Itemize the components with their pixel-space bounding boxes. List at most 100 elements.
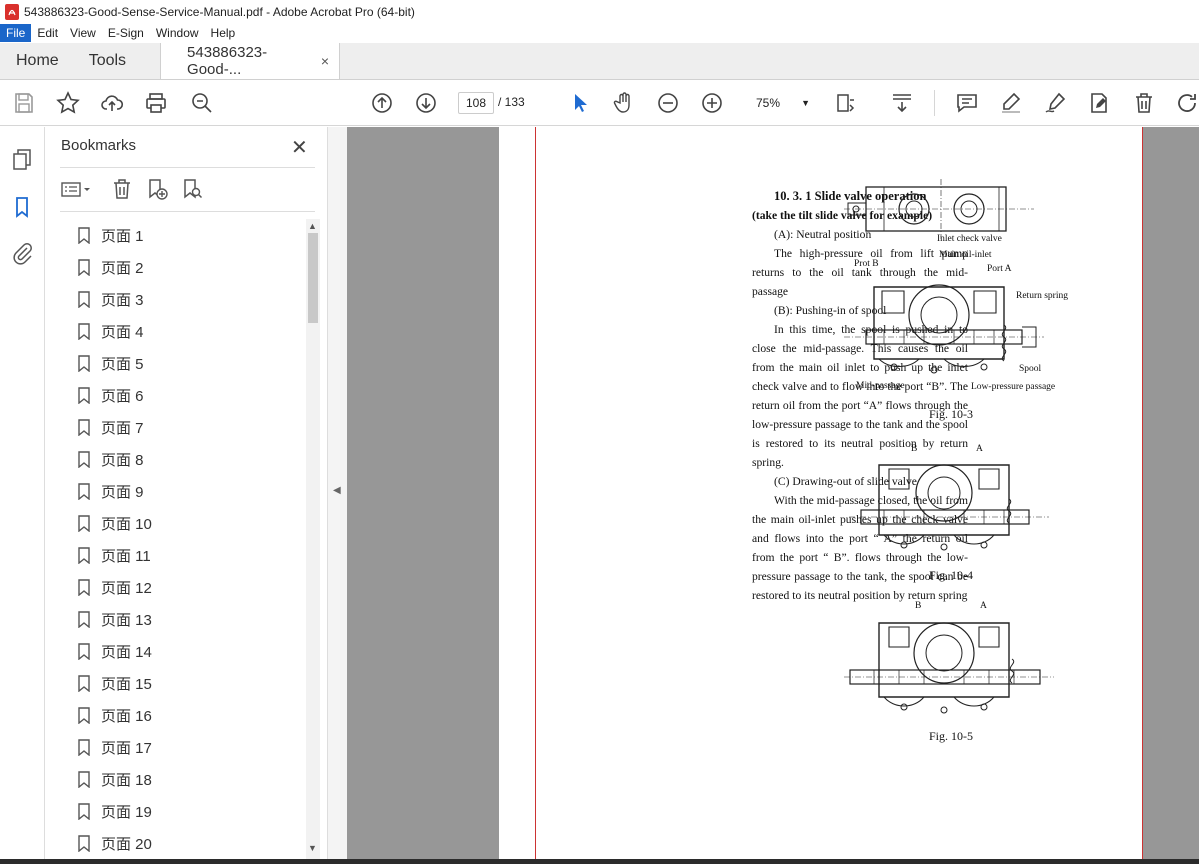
bookmark-icon xyxy=(78,226,90,244)
upload-cloud-icon[interactable] xyxy=(100,91,124,115)
figure-caption-10-4: Fig. 10-4 xyxy=(929,568,974,582)
tab-document[interactable]: 543886323-Good-... × xyxy=(160,43,341,79)
bookmark-icon xyxy=(78,354,90,372)
bookmark-label: 页面 17 xyxy=(101,739,152,757)
menu-view[interactable]: View xyxy=(64,24,102,42)
close-panel-icon[interactable]: ✕ xyxy=(291,135,308,160)
previous-page-icon[interactable] xyxy=(370,91,394,115)
scroll-thumb[interactable] xyxy=(308,233,318,323)
tab-close-icon[interactable]: × xyxy=(321,53,329,69)
fig4-label-a: A xyxy=(976,444,983,454)
bookmark-item[interactable]: 页面 6 xyxy=(60,379,306,411)
bookmark-icon xyxy=(78,290,90,308)
bookmark-icon xyxy=(78,322,90,340)
bookmark-icon xyxy=(78,642,90,660)
bookmark-label: 页面 2 xyxy=(101,259,144,277)
bookmark-item[interactable]: 页面 13 xyxy=(60,603,306,635)
select-cursor-icon[interactable] xyxy=(568,91,592,115)
main-toolbar: 108 / 133 75% ▼ xyxy=(0,80,1199,126)
bookmark-item[interactable]: 页面 12 xyxy=(60,571,306,603)
menu-help[interactable]: Help xyxy=(205,24,242,42)
label-inlet-check-valve: Inlet check valve xyxy=(937,234,1002,244)
bookmark-item[interactable]: 页面 7 xyxy=(60,411,306,443)
taskbar-strip xyxy=(0,859,1199,864)
zoom-search-icon[interactable] xyxy=(190,91,214,115)
delete-bookmark-icon[interactable] xyxy=(110,177,134,201)
bookmark-item[interactable]: 页面 17 xyxy=(60,731,306,763)
zoom-out-icon[interactable] xyxy=(656,91,680,115)
scroll-mode-icon[interactable] xyxy=(890,91,914,115)
fig4-label-b: B xyxy=(911,444,918,454)
bookmark-icon xyxy=(78,706,90,724)
zoom-level-dropdown[interactable]: 75% ▼ xyxy=(742,92,814,114)
scroll-down-icon[interactable]: ▼ xyxy=(308,843,317,853)
bookmark-label: 页面 1 xyxy=(101,227,144,245)
bookmark-label: 页面 18 xyxy=(101,771,152,789)
bookmark-item[interactable]: 页面 3 xyxy=(60,283,306,315)
panel-collapse-bar[interactable]: ◀ xyxy=(327,127,347,864)
comment-icon[interactable] xyxy=(955,91,979,115)
collapse-arrow-icon[interactable]: ◀ xyxy=(333,485,341,496)
attachments-icon[interactable] xyxy=(10,241,34,265)
menu-edit[interactable]: Edit xyxy=(31,24,64,42)
bookmarks-panel-icon[interactable] xyxy=(10,195,34,219)
bookmark-label: 页面 16 xyxy=(101,707,152,725)
next-page-icon[interactable] xyxy=(414,91,438,115)
bookmark-label: 页面 10 xyxy=(101,515,152,533)
panel-divider xyxy=(60,167,315,168)
bookmark-label: 页面 20 xyxy=(101,835,152,853)
zoom-in-icon[interactable] xyxy=(700,91,724,115)
page-number-input[interactable]: 108 xyxy=(458,92,494,114)
new-bookmark-icon[interactable] xyxy=(145,177,169,201)
bookmark-item[interactable]: 页面 20 xyxy=(60,827,306,859)
page-thumbnails-icon[interactable] xyxy=(10,147,34,171)
highlight-pen-icon[interactable] xyxy=(999,91,1023,115)
bookmark-icon xyxy=(78,610,90,628)
fig5-label-a: A xyxy=(980,601,987,611)
menu-esign[interactable]: E-Sign xyxy=(102,24,150,42)
edit-pdf-icon[interactable] xyxy=(1087,91,1111,115)
bookmark-label: 页面 6 xyxy=(101,387,144,405)
bookmark-item[interactable]: 页面 1 xyxy=(60,219,306,251)
bookmark-item[interactable]: 页面 11 xyxy=(60,539,306,571)
scroll-up-icon[interactable]: ▲ xyxy=(308,221,317,231)
delete-icon[interactable] xyxy=(1132,91,1156,115)
label-low-pressure-passage: Low-pressure passage xyxy=(971,382,1056,392)
bookmark-scrollbar[interactable]: ▲ ▼ xyxy=(306,219,320,859)
bookmark-options-icon[interactable] xyxy=(60,177,94,201)
bookmark-item[interactable]: 页面 2 xyxy=(60,251,306,283)
print-icon[interactable] xyxy=(144,91,168,115)
tab-tools[interactable]: Tools xyxy=(75,43,142,79)
bookmark-label: 页面 15 xyxy=(101,675,152,693)
bookmark-search-icon[interactable] xyxy=(180,177,204,201)
bookmark-tools xyxy=(60,175,315,203)
bookmark-item[interactable]: 页面 8 xyxy=(60,443,306,475)
bookmark-item[interactable]: 页面 18 xyxy=(60,763,306,795)
bookmark-item[interactable]: 页面 15 xyxy=(60,667,306,699)
save-icon[interactable] xyxy=(12,91,36,115)
star-icon[interactable] xyxy=(56,91,80,115)
bookmark-item[interactable]: 页面 10 xyxy=(60,507,306,539)
bookmark-icon xyxy=(78,386,90,404)
page-total: / 133 xyxy=(498,95,525,109)
bookmark-icon xyxy=(78,482,90,500)
bookmark-label: 页面 19 xyxy=(101,803,152,821)
sign-icon[interactable] xyxy=(1043,91,1067,115)
rotate-icon[interactable] xyxy=(1175,91,1199,115)
page-fit-icon[interactable] xyxy=(834,91,858,115)
bookmark-item[interactable]: 页面 19 xyxy=(60,795,306,827)
bookmark-item[interactable]: 页面 9 xyxy=(60,475,306,507)
bookmark-item[interactable]: 页面 16 xyxy=(60,699,306,731)
bookmark-item[interactable]: 页面 5 xyxy=(60,347,306,379)
hand-tool-icon[interactable] xyxy=(612,91,636,115)
menu-file[interactable]: File xyxy=(0,24,32,42)
menu-window[interactable]: Window xyxy=(150,24,205,42)
bookmark-list: 页面 1 页面 2 页面 3 页面 4 页面 5 页面 6 页面 7 页面 8 页面 9 页面 1… xyxy=(60,219,306,863)
toolbar-separator xyxy=(934,90,935,116)
document-view[interactable]: 10. 3. 1 Slide valve operation (take the… xyxy=(347,127,1199,864)
pdf-page: 10. 3. 1 Slide valve operation (take the… xyxy=(499,127,1143,864)
tab-home[interactable]: Home xyxy=(0,43,75,79)
title-bar: 543886323-Good-Sense-Service-Manual.pdf … xyxy=(0,0,1199,23)
bookmark-item[interactable]: 页面 14 xyxy=(60,635,306,667)
bookmark-item[interactable]: 页面 4 xyxy=(60,315,306,347)
